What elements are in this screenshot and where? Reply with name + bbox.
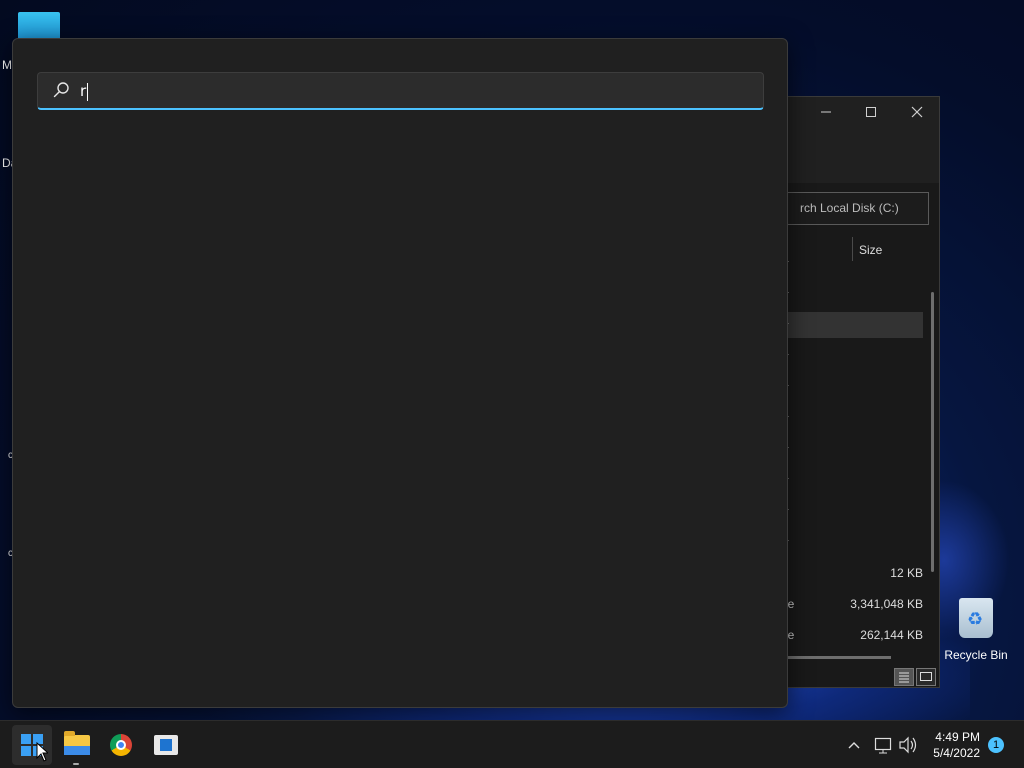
file-size: 3,341,048 KB <box>850 597 923 611</box>
file-size: 12 KB <box>890 566 923 580</box>
mouse-cursor-icon <box>36 742 48 762</box>
taskbar: 4:49 PM 5/4/2022 1 <box>0 720 1024 768</box>
details-view-icon[interactable] <box>894 668 914 686</box>
folder-icon <box>64 731 90 755</box>
close-icon[interactable] <box>902 103 932 123</box>
clock[interactable]: 4:49 PM 5/4/2022 <box>924 729 980 761</box>
recycle-bin[interactable]: ♻ Recycle Bin <box>944 598 1008 662</box>
network-icon[interactable] <box>873 721 893 768</box>
explorer-search-input[interactable]: rch Local Disk (C:) <box>771 192 929 225</box>
search-query: r <box>80 82 89 101</box>
start-search-panel: r <box>12 38 788 708</box>
vertical-scrollbar[interactable] <box>931 292 934 572</box>
clock-date: 5/4/2022 <box>933 746 980 760</box>
running-indicator <box>73 763 79 765</box>
taskbar-app[interactable] <box>145 725 185 765</box>
maximize-icon[interactable] <box>856 103 886 123</box>
chrome-icon <box>110 734 132 756</box>
notification-badge[interactable]: 1 <box>988 737 1004 753</box>
volume-icon[interactable] <box>898 721 918 768</box>
file-size: 262,144 KB <box>860 628 923 642</box>
start-search-input[interactable]: r <box>37 72 764 110</box>
app-icon <box>154 735 178 755</box>
show-hidden-icons[interactable] <box>846 721 862 768</box>
large-icons-view-icon[interactable] <box>916 668 936 686</box>
taskbar-chrome[interactable] <box>101 725 141 765</box>
clock-time: 4:49 PM <box>935 730 980 744</box>
recycle-bin-icon: ♻ <box>959 598 993 638</box>
search-icon <box>53 82 69 98</box>
recycle-bin-label: Recycle Bin <box>944 648 1008 662</box>
desktop-label-fragment: M <box>2 58 12 72</box>
minimize-icon[interactable] <box>811 103 841 123</box>
column-header-size[interactable]: Size <box>859 243 882 257</box>
taskbar-file-explorer[interactable] <box>57 725 97 765</box>
column-divider[interactable] <box>852 237 853 261</box>
